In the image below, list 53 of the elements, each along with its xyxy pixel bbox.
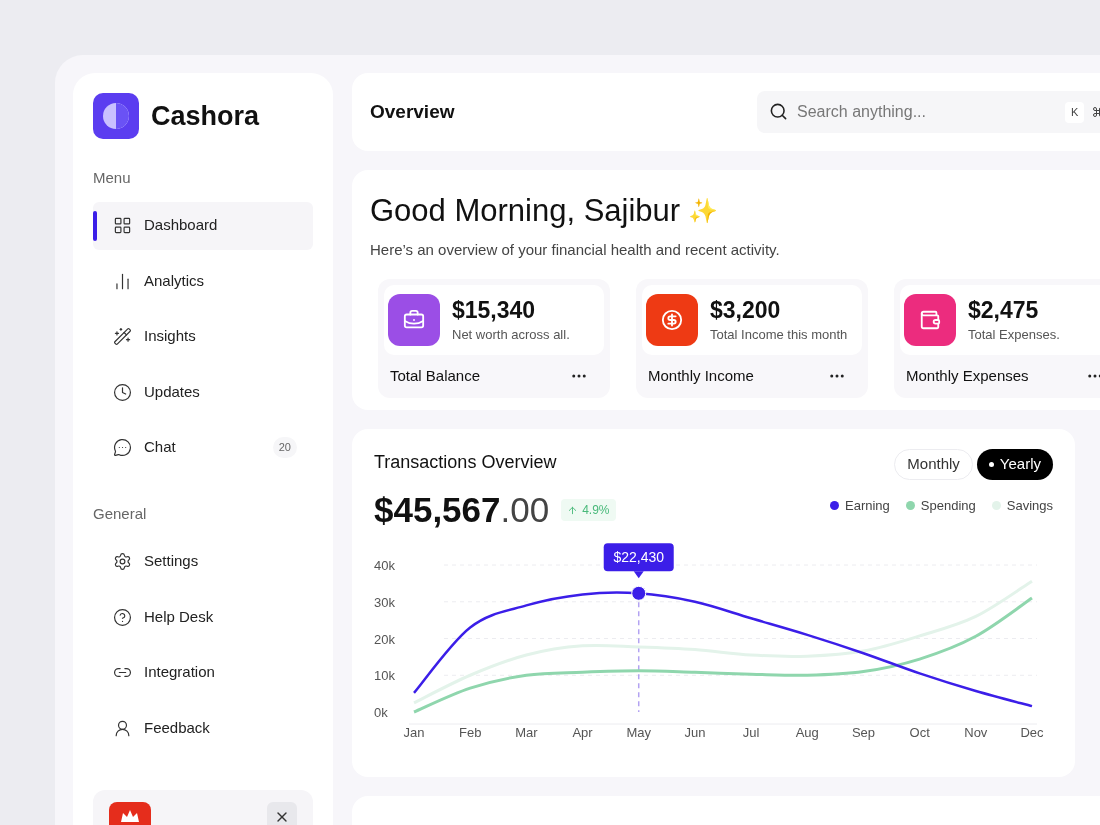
change-badge: 4.9% (561, 499, 616, 522)
stat-label: Total Balance (390, 366, 481, 386)
sidebar-item[interactable]: Integration (93, 648, 313, 697)
period-tab[interactable]: Monthly (894, 449, 973, 480)
sidebar-item[interactable]: Chat 20 (93, 423, 313, 472)
x-axis-label: Apr (572, 724, 593, 740)
y-axis-label: 30k (374, 594, 395, 610)
stat-label: Monthly Income (648, 366, 754, 386)
section-title: General (93, 504, 148, 524)
sidebar-item[interactable]: Insights (93, 312, 313, 361)
sidebar-item[interactable]: Updates (93, 368, 313, 416)
stat-amount: $15,340 (452, 295, 537, 325)
page-title: Overview (370, 99, 456, 124)
x-axis-label: Jan (403, 724, 425, 740)
period-tab[interactable]: Yearly (976, 449, 1053, 480)
greeting-subtitle: Here’s an overview of your financial health and recent activity. (370, 239, 781, 260)
stat-amount: $3,200 (710, 295, 782, 325)
y-axis-label: 20k (374, 631, 395, 646)
y-axis-label: 10k (374, 667, 395, 683)
y-axis-label: 0k (374, 704, 388, 720)
y-axis-label: 40k (374, 557, 395, 573)
sidebar-item[interactable]: Feedback (93, 704, 313, 752)
legend-label: Spending (920, 497, 976, 515)
tooltip-value: $22,430 (613, 548, 665, 565)
x-axis-label: Mar (515, 724, 538, 740)
brand-name: Cashora (151, 99, 260, 133)
sidebar-item[interactable]: Settings (93, 537, 313, 586)
greeting-title: Good Morning, Sajibur (370, 192, 681, 230)
x-axis-label: Nov (964, 724, 988, 740)
stat-caption: Total Expenses. (968, 325, 1060, 344)
x-axis-label: Feb (459, 724, 482, 740)
x-axis-label: Jul (742, 724, 760, 740)
x-axis-label: Aug (795, 724, 819, 740)
x-axis-label: Oct (909, 724, 930, 740)
sidebar-item[interactable]: Dashboard (93, 201, 313, 250)
x-axis-label: May (626, 724, 651, 740)
card-title: Transactions Overview (374, 451, 558, 474)
x-axis-label: Sep (851, 724, 875, 740)
section-title: Menu (93, 168, 132, 188)
x-axis-label: Jun (684, 724, 706, 740)
total-amount: $45,567.00 (374, 489, 550, 531)
count-badge: 20 (272, 437, 297, 458)
sidebar-item[interactable]: Analytics (93, 257, 313, 305)
stat-caption: Total Income this month (710, 325, 848, 344)
shortcut-key: K (1065, 102, 1085, 123)
stat-label: Monthly Expenses (906, 366, 1029, 386)
sparkles-emoji: ✨ (688, 196, 719, 227)
sidebar-item[interactable]: Help Desk (93, 593, 313, 641)
stat-caption: Net worth across all. (452, 325, 570, 344)
legend-label: Savings (1006, 497, 1053, 515)
stat-amount: $2,475 (968, 295, 1040, 325)
legend-label: Earning (845, 497, 890, 515)
x-axis-label: Dec (1020, 724, 1044, 740)
